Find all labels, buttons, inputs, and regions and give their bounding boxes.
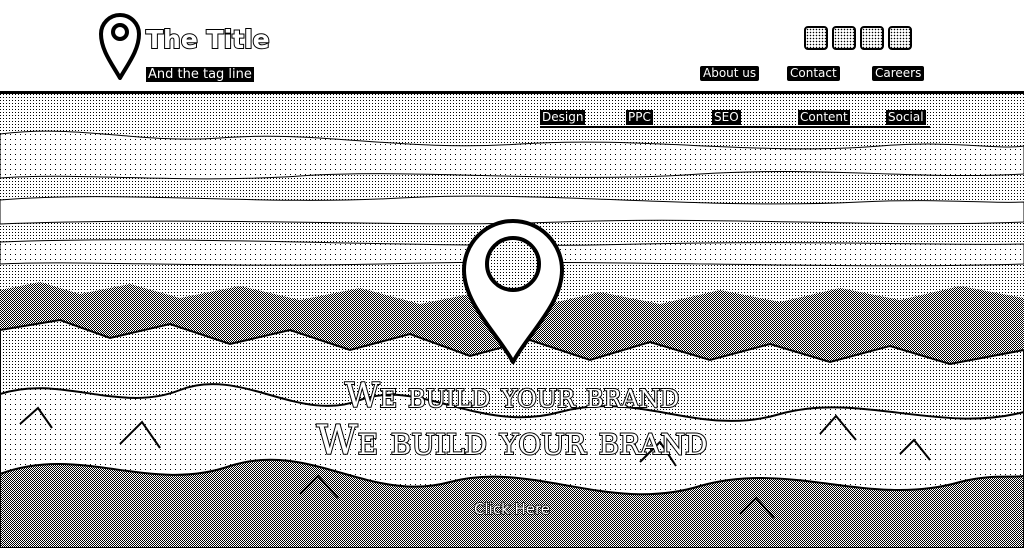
site-header: The Title And the tag line About us Cont… (0, 0, 1024, 94)
hero-headline-large: We build your brand (316, 417, 709, 465)
service-nav: Design PPC SEO Content Social (540, 110, 930, 130)
map-pin-icon (462, 219, 564, 364)
site-title: The Title (145, 25, 271, 55)
top-nav: About us Contact Careers (0, 66, 1024, 82)
click-here-button[interactable]: Click Here (462, 496, 562, 520)
social-icon-2[interactable] (832, 26, 856, 50)
nav-ppc[interactable]: PPC (626, 110, 653, 125)
social-icon-1[interactable] (804, 26, 828, 50)
nav-design[interactable]: Design (540, 110, 586, 125)
nav-careers[interactable]: Careers (872, 66, 925, 81)
hero-banner: Design PPC SEO Content Social We build y… (0, 94, 1024, 548)
nav-seo[interactable]: SEO (712, 110, 741, 125)
nav-content[interactable]: Content (798, 110, 850, 125)
nav-social[interactable]: Social (886, 110, 926, 125)
service-nav-underline (540, 126, 930, 128)
page: The Title And the tag line About us Cont… (0, 0, 1024, 548)
nav-contact[interactable]: Contact (787, 66, 840, 81)
social-icon-3[interactable] (860, 26, 884, 50)
social-links (804, 26, 912, 50)
hero-headline: We build your brand (344, 375, 681, 417)
social-icon-4[interactable] (888, 26, 912, 50)
nav-about-us[interactable]: About us (700, 66, 760, 81)
